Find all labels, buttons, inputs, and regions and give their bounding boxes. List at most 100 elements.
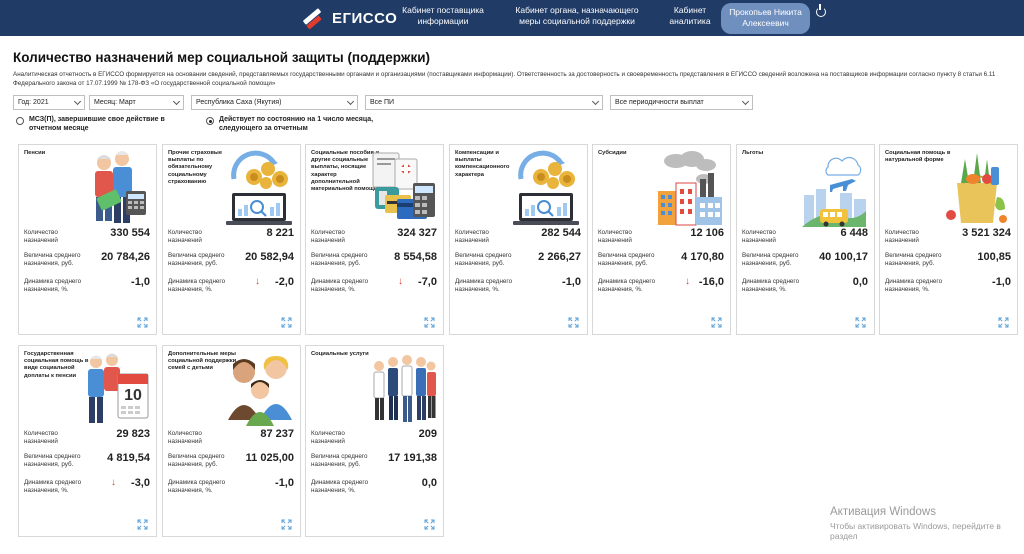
- avg-value: 20 784,26: [101, 251, 150, 263]
- avg-value: 2 266,27: [538, 251, 581, 263]
- provider-select-value: Все ПИ: [370, 99, 395, 106]
- count-value: 282 544: [541, 227, 581, 239]
- logo-text: ЕГИССО: [332, 9, 398, 27]
- dynamics-label: Динамика среднего назначения, %.: [24, 278, 82, 293]
- radio-circle-icon: [16, 117, 24, 125]
- chevron-down-icon: [741, 97, 750, 106]
- region-select[interactable]: Республика Саха (Якутия): [191, 95, 358, 110]
- dynamics-label: Динамика среднего назначения, %.: [24, 479, 82, 494]
- radio-checked-icon: [206, 117, 214, 125]
- region-select-value: Республика Саха (Якутия): [196, 99, 282, 106]
- count-label: Количество назначений: [455, 229, 489, 244]
- measure-card[interactable]: Пенсии Количество назначений 330 554 Вел…: [18, 144, 157, 335]
- month-select-value: Месяц: Март: [94, 99, 136, 106]
- count-label: Количество назначений: [598, 229, 632, 244]
- laptop-coins-icon: [513, 149, 581, 227]
- pension-icon: [82, 149, 150, 227]
- avg-label: Величина среднего назначения, руб.: [885, 252, 942, 267]
- nav-provider-cabinet[interactable]: Кабинет поставщика информации: [402, 5, 484, 27]
- expand-icon[interactable]: [855, 315, 866, 328]
- documents-card-icon: [369, 149, 437, 227]
- measure-card[interactable]: Льготы Количество назначений 6 448 Велич…: [736, 144, 875, 335]
- count-label: Количество назначений: [311, 430, 345, 445]
- count-label: Количество назначений: [24, 229, 58, 244]
- dynamics-value: -1,0: [562, 276, 581, 288]
- dynamics-label: Динамика среднего назначения, %.: [311, 278, 369, 293]
- count-label: Количество назначений: [168, 229, 202, 244]
- count-label: Количество назначений: [168, 430, 202, 445]
- count-label: Количество назначений: [311, 229, 345, 244]
- avg-value: 100,85: [977, 251, 1011, 263]
- chevron-down-icon: [172, 97, 181, 106]
- egisso-logo[interactable]: ЕГИССО: [300, 6, 397, 30]
- avg-value: 8 554,58: [394, 251, 437, 263]
- measure-card[interactable]: Государственная социальная помощь в виде…: [18, 345, 157, 537]
- expand-icon[interactable]: [711, 315, 722, 328]
- expand-icon[interactable]: [424, 315, 435, 328]
- dynamics-value: -1,0: [275, 477, 294, 489]
- dynamics-value: 0,0: [852, 276, 868, 288]
- count-value: 330 554: [110, 227, 150, 239]
- radio-ended-in-month[interactable]: МСЗ(П), завершившие свое действие в отче…: [16, 116, 196, 133]
- expand-icon[interactable]: [424, 517, 435, 530]
- provider-select[interactable]: Все ПИ: [365, 95, 603, 110]
- avg-label: Величина среднего назначения, руб.: [455, 252, 512, 267]
- dynamics-value: -1,0: [992, 276, 1011, 288]
- count-value: 6 448: [840, 227, 868, 239]
- dynamics-value: -1,0: [131, 276, 150, 288]
- measure-card[interactable]: Социальная помощь в натуральной форме Ко…: [879, 144, 1018, 335]
- logo-mark-icon: [300, 6, 324, 30]
- measure-card[interactable]: Социальные услуги Количество назначений …: [305, 345, 444, 537]
- avg-value: 20 582,94: [245, 251, 294, 263]
- count-value: 3 521 324: [962, 227, 1011, 239]
- count-value: 87 237: [260, 428, 294, 440]
- count-value: 12 106: [690, 227, 724, 239]
- avg-label: Величина среднего назначения, руб.: [24, 453, 81, 468]
- dynamics-label: Динамика среднего назначения, %.: [311, 479, 369, 494]
- user-profile-button[interactable]: Прокопьев Никита Алексеевич: [721, 3, 810, 34]
- dynamics-value: -7,0: [418, 276, 437, 288]
- expand-icon[interactable]: [568, 315, 579, 328]
- nav-authority-cabinet[interactable]: Кабинет органа, назначающего меры социал…: [506, 5, 648, 27]
- month-select[interactable]: Месяц: Март: [89, 95, 184, 110]
- expand-icon[interactable]: [281, 315, 292, 328]
- dynamics-label: Динамика среднего назначения, %.: [598, 278, 656, 293]
- expand-icon[interactable]: [137, 517, 148, 530]
- periodicity-select[interactable]: Все периодичности выплат: [610, 95, 753, 110]
- power-logout-icon[interactable]: [816, 4, 826, 17]
- windows-activation-subtitle: Чтобы активировать Windows, перейдите в …: [830, 521, 1001, 541]
- groceries-icon: [943, 149, 1011, 227]
- count-value: 8 221: [266, 227, 294, 239]
- count-label: Количество назначений: [885, 229, 919, 244]
- chevron-down-icon: [73, 97, 82, 106]
- count-label: Количество назначений: [24, 430, 58, 445]
- buildings-icon: [656, 149, 724, 227]
- avg-value: 11 025,00: [245, 452, 294, 464]
- dynamics-value: -3,0: [131, 477, 150, 489]
- disclaimer-text: Аналитическая отчетность в ЕГИССО формир…: [13, 71, 996, 87]
- dynamics-value: -16,0: [698, 276, 724, 288]
- expand-icon[interactable]: [137, 315, 148, 328]
- measure-card[interactable]: Компенсации и выплаты компенсационного х…: [449, 144, 588, 335]
- radio-active-label: Действует по состоянию на 1 число месяца…: [219, 116, 374, 132]
- expand-icon[interactable]: [281, 517, 292, 530]
- avg-value: 4 170,80: [681, 251, 724, 263]
- avg-label: Величина среднего назначения, руб.: [168, 252, 225, 267]
- dynamics-label: Динамика среднего назначения, %.: [455, 278, 513, 293]
- expand-icon[interactable]: [998, 315, 1009, 328]
- measure-card[interactable]: Дополнительные меры социальной поддержки…: [162, 345, 301, 537]
- avg-value: 4 819,54: [107, 452, 150, 464]
- radio-active-next-month[interactable]: Действует по состоянию на 1 число месяца…: [206, 116, 376, 133]
- avg-label: Величина среднего назначения, руб.: [24, 252, 81, 267]
- measure-card[interactable]: Социальные пособия и другие социальные в…: [305, 144, 444, 335]
- nav-analyst-cabinet[interactable]: Кабинет аналитика: [664, 5, 716, 27]
- count-value: 209: [418, 428, 437, 440]
- calendar-elderly-icon: 10: [82, 350, 150, 428]
- svg-text:10: 10: [124, 387, 142, 404]
- year-select[interactable]: Год: 2021: [13, 95, 85, 110]
- dynamics-label: Динамика среднего назначения, %.: [168, 479, 226, 494]
- measure-card[interactable]: Прочие страховые выплаты по обязательном…: [162, 144, 301, 335]
- arrow-down-icon: ↓: [255, 276, 260, 287]
- measure-card[interactable]: Субсидии Количество назначений 12 106 Ве…: [592, 144, 731, 335]
- count-value: 29 823: [116, 428, 150, 440]
